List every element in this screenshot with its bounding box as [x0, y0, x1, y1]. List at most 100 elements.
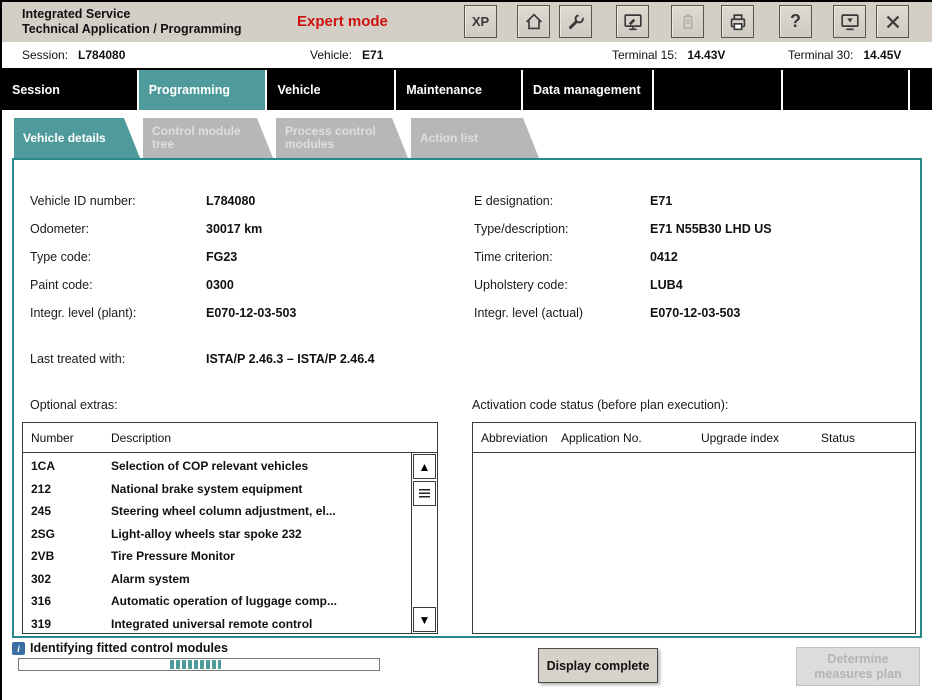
field-value: E71 N55B30 LHD US	[650, 222, 772, 236]
print-button[interactable]	[721, 5, 754, 38]
field-upholstery-code: Upholstery code: LUB4	[474, 278, 683, 292]
field-value: E070-12-03-503	[650, 306, 741, 320]
row-description: Alarm system	[111, 571, 190, 586]
row-number: 316	[31, 594, 52, 609]
row-number: 2SG	[31, 526, 56, 541]
field-value: E070-12-03-503	[206, 306, 297, 320]
nav-tab-vehicle[interactable]: Vehicle	[267, 70, 397, 110]
vehicle-field: Vehicle: E71	[310, 48, 383, 62]
col-description: Description	[111, 430, 172, 445]
field-label: Paint code:	[30, 278, 93, 292]
row-description: Steering wheel column adjustment, el...	[111, 504, 336, 519]
subtab-vehicle-details[interactable]: Vehicle details	[14, 118, 140, 158]
optional-extras-title: Optional extras:	[30, 398, 118, 412]
nav-tab-maintenance[interactable]: Maintenance	[396, 70, 523, 110]
app-title: Integrated Service Technical Application…	[22, 7, 241, 37]
scroll-up-button[interactable]: ▲	[413, 454, 436, 479]
field-label: Type/description:	[474, 222, 569, 236]
progress-fill	[170, 660, 221, 669]
xp-button[interactable]: XP	[464, 5, 497, 38]
expert-mode-label: Expert mode	[297, 13, 388, 30]
terminal30-field: Terminal 30: 14.45V	[788, 48, 901, 62]
battery-status-button[interactable]	[671, 5, 704, 38]
row-number: 2VB	[31, 549, 55, 564]
field-odometer: Odometer: 30017 km	[30, 222, 262, 236]
header-toolbar: XP ?	[464, 5, 909, 38]
display-complete-button[interactable]: Display complete	[538, 648, 658, 683]
col-upgrade-index: Upgrade index	[701, 431, 780, 445]
app-title-line1: Integrated Service	[22, 7, 131, 21]
subtab-process-control-modules[interactable]: Process control modules	[276, 118, 408, 158]
progress-status-text: Identifying fitted control modules	[30, 641, 228, 655]
row-description: Selection of COP relevant vehicles	[111, 459, 309, 474]
field-value: 0412	[650, 250, 678, 264]
field-vehicle-id: Vehicle ID number: L784080	[30, 194, 255, 208]
row-number: 212	[31, 481, 52, 496]
optional-extras-rows: 1CA Selection of COP relevant vehicles 21…	[23, 453, 437, 635]
row-number: 319	[31, 616, 52, 631]
row-description: Integrated universal remote control	[111, 616, 313, 631]
close-icon	[882, 11, 904, 33]
row-description: Light-alloy wheels star spoke 232	[111, 526, 302, 541]
field-value: L784080	[206, 194, 256, 208]
terminal30-value: 14.45V	[863, 48, 902, 62]
nav-blank-3	[910, 70, 932, 110]
table-row: 245 Steering wheel column adjustment, el.…	[23, 500, 437, 523]
field-paint-code: Paint code: 0300	[30, 278, 234, 292]
activation-status-title: Activation code status (before plan exec…	[472, 398, 729, 412]
session-field: Session: L784080	[22, 48, 125, 62]
field-label: Last treated with:	[30, 352, 126, 366]
progress-bar	[18, 658, 380, 671]
nav-blank-2	[783, 70, 911, 110]
row-number: 245	[31, 504, 52, 519]
table-row: 2SG Light-alloy wheels star spoke 232	[23, 523, 437, 546]
subtab-action-list[interactable]: Action list	[411, 118, 539, 158]
scroll-down-button[interactable]: ▼	[413, 607, 436, 632]
field-label: Type code:	[30, 250, 92, 264]
vehicle-details-panel: Vehicle ID number: L784080 Odometer: 30017…	[12, 158, 922, 638]
determine-measures-plan-button[interactable]: Determine measures plan	[796, 647, 920, 686]
terminal30-label: Terminal 30:	[788, 48, 854, 62]
wrench-icon	[565, 10, 587, 33]
screen-switch-button[interactable]	[833, 5, 866, 38]
session-value: L784080	[78, 48, 126, 62]
help-button[interactable]: ?	[779, 5, 812, 38]
activation-table: Abbreviation Application No. Upgrade ind…	[472, 422, 916, 634]
row-description: Tire Pressure Monitor	[111, 549, 235, 564]
field-label: Integr. level (actual)	[474, 306, 584, 320]
table-row: 2VB Tire Pressure Monitor	[23, 545, 437, 568]
nav-tab-programming[interactable]: Programming	[138, 70, 268, 110]
nav-tab-data-management[interactable]: Data management	[523, 70, 654, 110]
display-edit-button[interactable]	[616, 5, 649, 38]
col-number: Number	[31, 430, 74, 445]
row-description: Automatic operation of luggage comp...	[111, 594, 338, 609]
col-application-no: Application No.	[561, 431, 642, 445]
down-arrow-icon: ▼	[418, 612, 431, 627]
terminal15-field: Terminal 15: 14.43V	[612, 48, 725, 62]
nav-tab-session[interactable]: Session	[2, 70, 139, 110]
main-nav: Session Programming Vehicle Maintenance …	[2, 70, 932, 110]
session-status-bar: Session: L784080 Vehicle: E71 Terminal 15:…	[2, 42, 932, 70]
field-time-criterion: Time criterion: 0412	[474, 250, 678, 264]
field-label: E designation:	[474, 194, 554, 208]
row-description: National brake system equipment	[111, 481, 303, 496]
workshop-tools-button[interactable]	[559, 5, 592, 38]
monitor-edit-icon	[622, 11, 644, 33]
home-icon	[523, 11, 545, 33]
row-number: 302	[31, 571, 52, 586]
terminal15-value: 14.43V	[687, 48, 726, 62]
footer-bar: i Identifying fitted control modules Dis…	[2, 638, 932, 700]
table-row: 212 National brake system equipment	[23, 478, 437, 501]
table-row: 1CA Selection of COP relevant vehicles	[23, 455, 437, 478]
battery-icon	[677, 11, 699, 33]
table-row: 319 Integrated universal remote control	[23, 613, 437, 636]
scroll-thumb[interactable]	[413, 481, 436, 506]
scroll-track[interactable]	[412, 507, 437, 606]
field-last-treated: Last treated with: ISTA/P 2.46.3 – ISTA/P…	[30, 352, 375, 366]
subtab-control-module-tree[interactable]: Control module tree	[143, 118, 273, 158]
vehicle-value: E71	[362, 48, 384, 62]
home-button[interactable]	[517, 5, 550, 38]
extras-scrollbar[interactable]: ▲ ▼	[411, 453, 437, 633]
session-label: Session:	[22, 48, 69, 62]
close-button[interactable]	[876, 5, 909, 38]
